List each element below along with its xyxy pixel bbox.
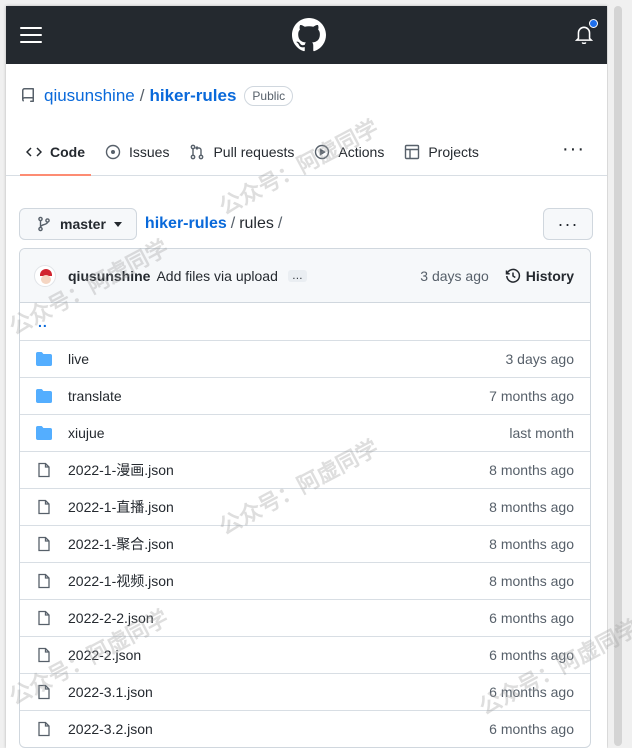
more-options-button[interactable]: ··· (543, 208, 593, 240)
repo-separator: / (139, 86, 145, 105)
file-row[interactable]: 2022-2.json 6 months ago (20, 636, 590, 673)
tab-issues-label: Issues (129, 143, 170, 160)
file-name[interactable]: 2022-2-2.json (68, 610, 154, 626)
unread-dot (589, 19, 598, 28)
tab-projects[interactable]: Projects (398, 128, 485, 175)
file-name[interactable]: translate (68, 388, 122, 404)
tab-pull-requests[interactable]: Pull requests (183, 128, 300, 175)
file-icon (36, 647, 52, 663)
file-name[interactable]: live (68, 351, 89, 367)
breadcrumb-separator: / (230, 215, 236, 232)
tab-issues[interactable]: Issues (99, 128, 175, 175)
file-row[interactable]: 2022-1-聚合.json 8 months ago (20, 525, 590, 562)
top-header (6, 6, 607, 64)
repo-name-link[interactable]: hiker-rules (149, 86, 236, 106)
file-name[interactable]: 2022-1-聚合.json (68, 534, 174, 554)
file-row[interactable]: 2022-2-2.json 6 months ago (20, 599, 590, 636)
folder-icon (36, 388, 52, 404)
tab-pull-requests-label: Pull requests (213, 143, 295, 160)
browser-page: qiusunshine / hiker-rules Public Code Is… (6, 6, 607, 748)
branch-select-button[interactable]: master (19, 208, 137, 240)
avatar[interactable] (34, 264, 56, 287)
latest-commit-bar: qiusunshine Add files via upload … 3 day… (20, 249, 590, 303)
breadcrumb: hiker-rules / rules / (145, 215, 286, 233)
file-row[interactable]: 2022-1-直播.json 8 months ago (20, 488, 590, 525)
file-age: 8 months ago (489, 462, 574, 478)
tab-code-label: Code (50, 143, 85, 160)
file-age: 8 months ago (489, 573, 574, 589)
breadcrumb-repo-link[interactable]: hiker-rules (145, 215, 227, 232)
branch-name: master (60, 216, 106, 232)
branch-icon (38, 216, 50, 232)
file-icon (36, 499, 52, 515)
file-icon (36, 536, 52, 552)
parent-dir-row[interactable]: .. (20, 303, 590, 340)
file-row[interactable]: 2022-3.2.json 6 months ago (20, 710, 590, 747)
file-toolbar: master hiker-rules / rules / ··· (6, 176, 607, 248)
file-list: qiusunshine Add files via upload … 3 day… (19, 248, 591, 748)
file-row[interactable]: 2022-3.1.json 6 months ago (20, 673, 590, 710)
folder-row[interactable]: live 3 days ago (20, 340, 590, 377)
repo-header: qiusunshine / hiker-rules Public (6, 64, 607, 128)
tab-actions[interactable]: Actions (308, 128, 390, 175)
tab-projects-label: Projects (428, 143, 479, 160)
file-icon (36, 610, 52, 626)
parent-dir-link[interactable]: .. (36, 314, 48, 330)
play-icon (315, 144, 330, 159)
file-name[interactable]: 2022-3.2.json (68, 721, 153, 737)
tab-actions-label: Actions (338, 143, 385, 160)
folder-row[interactable]: translate 7 months ago (20, 377, 590, 414)
menu-icon[interactable] (20, 27, 42, 43)
file-icon (36, 462, 52, 478)
issue-icon (105, 144, 121, 159)
file-icon (36, 573, 52, 589)
commit-expand-button[interactable]: … (287, 269, 307, 282)
page-scrollbar[interactable] (608, 6, 628, 748)
repo-nav-tabs: Code Issues Pull requests Actions Projec… (6, 128, 607, 176)
file-row[interactable]: 2022-1-视频.json 8 months ago (20, 562, 590, 599)
pull-request-icon (191, 144, 204, 159)
file-age: last month (509, 425, 574, 441)
repo-icon (21, 88, 34, 102)
file-name[interactable]: 2022-1-直播.json (68, 497, 174, 517)
history-icon (505, 268, 520, 283)
file-row[interactable]: 2022-1-漫画.json 8 months ago (20, 451, 590, 488)
history-label: History (525, 267, 574, 284)
file-name[interactable]: 2022-1-视频.json (68, 571, 174, 591)
table-icon (405, 144, 420, 159)
file-age: 8 months ago (489, 499, 574, 515)
history-button[interactable]: History (505, 268, 574, 284)
file-age: 6 months ago (489, 684, 574, 700)
breadcrumb-current-dir: rules (239, 215, 274, 232)
file-icon (36, 721, 52, 737)
breadcrumb-separator: / (277, 215, 283, 232)
folder-icon (36, 425, 52, 441)
file-icon (36, 684, 52, 700)
file-name[interactable]: 2022-3.1.json (68, 684, 153, 700)
tabs-more-button[interactable]: ··· (562, 138, 585, 161)
file-name[interactable]: 2022-2.json (68, 647, 141, 663)
file-age: 3 days ago (505, 351, 575, 367)
commit-author[interactable]: qiusunshine (68, 268, 150, 284)
notifications-button[interactable] (574, 19, 598, 46)
tab-code[interactable]: Code (20, 128, 91, 176)
file-name[interactable]: 2022-1-漫画.json (68, 460, 174, 480)
visibility-badge: Public (244, 86, 294, 106)
file-age: 6 months ago (489, 610, 574, 626)
file-name[interactable]: xiujue (68, 425, 105, 441)
file-age: 6 months ago (489, 721, 574, 737)
repo-owner-link[interactable]: qiusunshine (44, 86, 135, 106)
folder-icon (36, 351, 52, 367)
file-age: 7 months ago (489, 388, 574, 404)
folder-row[interactable]: xiujue last month (20, 414, 590, 451)
scrollbar-thumb[interactable] (614, 6, 622, 746)
code-icon (26, 146, 42, 157)
chevron-down-icon (113, 221, 122, 227)
file-age: 6 months ago (489, 647, 574, 663)
file-rows: .. live 3 days ago translate 7 months ago xi… (20, 303, 590, 747)
file-age: 8 months ago (489, 536, 574, 552)
commit-message[interactable]: Add files via upload (156, 268, 277, 284)
commit-age: 3 days ago (420, 267, 489, 284)
github-mark-icon[interactable] (291, 18, 326, 52)
